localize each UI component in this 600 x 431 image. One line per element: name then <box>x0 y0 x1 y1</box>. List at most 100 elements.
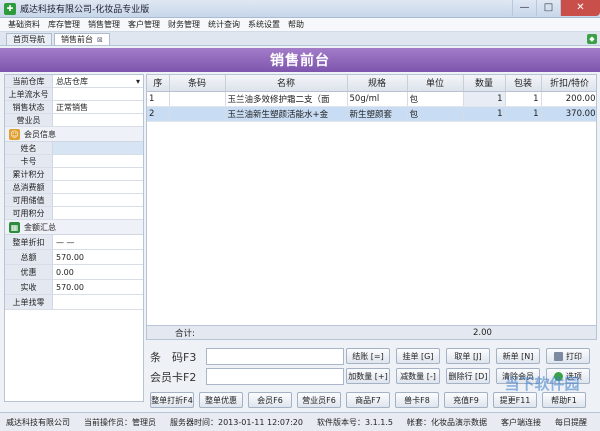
total-amount-row: 总额 570.00 <box>5 250 143 265</box>
hold-button[interactable]: 挂单 [G] <box>396 348 440 364</box>
promo-row: 优惠 0.00 <box>5 265 143 280</box>
tab-sales-front[interactable]: 销售前台 ⊠ <box>54 33 110 45</box>
member-header-label: 会员信息 <box>24 129 56 139</box>
warehouse-label: 当前仓库 <box>5 75 53 87</box>
member-balance-value <box>53 194 143 206</box>
member-spend-row: 总消费额 <box>5 181 143 194</box>
table-row[interactable]: 2 玉兰油新生塑颜活能水+金 新生塑颜套 包 1 1 370.00 <box>147 106 596 122</box>
member-points-row: 累计积分 <box>5 168 143 181</box>
summary-header-label: 金额汇总 <box>24 222 56 232</box>
barcode-input[interactable] <box>206 348 344 365</box>
delete-row-button[interactable]: 删除行 [D] <box>446 368 490 384</box>
cell-spec: 新生塑颜套 <box>347 106 408 122</box>
totals-bar: 合计: 2.00 <box>146 326 597 340</box>
col-seq[interactable]: 序 <box>147 75 170 92</box>
total-amount-value: 570.00 <box>56 252 84 262</box>
app-window: ✚ 威达科技有限公司-化妆品专业版 — □ ✕ 基础资料 库存管理 销售管理 客… <box>0 0 600 431</box>
member-card-input[interactable] <box>206 368 344 385</box>
fkey-discount[interactable]: 整单打折F4 <box>150 392 194 408</box>
tab-close-icon[interactable]: ⊠ <box>97 36 103 44</box>
member-spend-value <box>53 181 143 193</box>
total-amount-label: 总额 <box>5 250 53 264</box>
member-avail-points-row: 可用积分 <box>5 207 143 220</box>
member-avail-points-label: 可用积分 <box>5 207 53 219</box>
watermark-text: 当下软件园 <box>504 374 580 393</box>
add-qty-button[interactable]: 加数量 [+] <box>346 368 390 384</box>
menu-sales[interactable]: 销售管理 <box>84 19 124 30</box>
last-change-label: 上单找零 <box>5 295 53 309</box>
cell-qty[interactable]: 1 <box>463 106 506 122</box>
status-account: 帐套：化妆品演示数据 <box>406 417 487 427</box>
menu-statistics[interactable]: 统计查询 <box>204 19 244 30</box>
barcode-row: 条 码F3 <box>150 348 344 365</box>
col-spec[interactable]: 规格 <box>347 75 408 92</box>
sub-qty-button[interactable]: 减数量 [-] <box>396 368 440 384</box>
member-name-row: 姓名 <box>5 142 143 155</box>
discount-row: 整单折扣 — — <box>5 235 143 250</box>
salesperson-value <box>53 114 143 126</box>
status-operator: 当前操作员：管理员 <box>84 417 156 427</box>
cell-seq: 2 <box>147 106 170 122</box>
salesperson-row: 营业员 <box>5 114 143 127</box>
chevron-down-icon: ▾ <box>135 76 140 86</box>
promo-label: 优惠 <box>5 265 53 279</box>
menu-customers[interactable]: 客户管理 <box>124 19 164 30</box>
fkey-card[interactable]: 兽卡F8 <box>395 392 439 408</box>
menu-inventory[interactable]: 库存管理 <box>44 19 84 30</box>
left-info-panel: 当前仓库 总店仓库 ▾ 上单流水号 销售状态 正常销售 营业员 ☺ 会员信息 姓名… <box>4 74 144 402</box>
promo-value: 0.00 <box>56 267 74 277</box>
menu-finance[interactable]: 财务管理 <box>164 19 204 30</box>
sale-status-value: 正常销售 <box>56 102 88 112</box>
col-name[interactable]: 名称 <box>225 75 348 92</box>
menu-help[interactable]: 帮助 <box>284 19 308 30</box>
barcode-label: 条 码F3 <box>150 350 197 364</box>
status-bar: 威达科技有限公司 当前操作员：管理员 服务器时间：2013-01-11 12:0… <box>0 412 600 431</box>
menu-settings[interactable]: 系统设置 <box>244 19 284 30</box>
col-unit[interactable]: 单位 <box>407 75 464 92</box>
last-change-row: 上单找零 <box>5 295 143 310</box>
menu-basic-data[interactable]: 基础资料 <box>4 19 44 30</box>
maximize-button[interactable]: □ <box>536 0 560 16</box>
close-button[interactable]: ✕ <box>560 0 600 16</box>
window-title: 威达科技有限公司-化妆品专业版 <box>20 5 150 15</box>
fkey-member[interactable]: 会员F6 <box>248 392 292 408</box>
member-card-row: 卡号 <box>5 155 143 168</box>
pin-icon[interactable]: ◆ <box>587 34 597 44</box>
col-pack[interactable]: 包装 <box>505 75 542 92</box>
received-value: 570.00 <box>56 282 84 292</box>
discount-label: 整单折扣 <box>5 235 53 249</box>
member-card-value <box>53 155 143 167</box>
status-reminder[interactable]: 每日提醒 <box>555 417 587 428</box>
settle-button[interactable]: 结账 [=] <box>346 348 390 364</box>
minimize-button[interactable]: — <box>512 0 536 16</box>
fkey-product[interactable]: 商品F7 <box>346 392 390 408</box>
warehouse-select[interactable]: 总店仓库 ▾ <box>53 75 143 87</box>
app-logo-icon: ✚ <box>4 2 16 15</box>
received-label: 实收 <box>5 280 53 294</box>
table-row[interactable]: 1 玉兰油多效修护霜二支（面 50g/ml 包 1 1 200.00 <box>147 91 596 107</box>
retrieve-button[interactable]: 取单 [J] <box>446 348 490 364</box>
member-card-label: 卡号 <box>5 155 53 167</box>
col-qty[interactable]: 数量 <box>463 75 506 92</box>
page-title: 销售前台 <box>270 53 330 69</box>
window-controls: — □ ✕ <box>512 0 600 18</box>
tab-sales-label: 销售前台 <box>61 35 93 44</box>
cell-barcode <box>169 91 226 107</box>
discount-value: — — <box>56 237 75 247</box>
col-barcode[interactable]: 条码 <box>169 75 226 92</box>
tab-home[interactable]: 首页导航 <box>6 33 52 45</box>
member-name-label: 姓名 <box>5 142 53 154</box>
title-bar: ✚ 威达科技有限公司-化妆品专业版 — □ ✕ <box>0 0 600 18</box>
fkey-salesperson[interactable]: 营业员F6 <box>297 392 341 408</box>
member-spend-label: 总消费额 <box>5 181 53 193</box>
member-points-label: 累计积分 <box>5 168 53 180</box>
cell-name: 玉兰油新生塑颜活能水+金 <box>225 106 348 122</box>
summary-section-header: ▦ 金额汇总 <box>5 220 143 235</box>
cell-qty[interactable]: 1 <box>463 91 506 107</box>
col-price[interactable]: 折扣/特价 <box>541 75 596 92</box>
fkey-recharge[interactable]: 充值F9 <box>444 392 488 408</box>
tab-home-label: 首页导航 <box>13 35 45 44</box>
sales-grid[interactable]: 序 条码 名称 规格 单位 数量 包装 折扣/特价 1 玉兰油多效修护霜二支（面… <box>146 74 597 326</box>
cell-name: 玉兰油多效修护霜二支（面 <box>225 91 348 107</box>
fkey-promo[interactable]: 整单优惠 <box>199 392 243 408</box>
